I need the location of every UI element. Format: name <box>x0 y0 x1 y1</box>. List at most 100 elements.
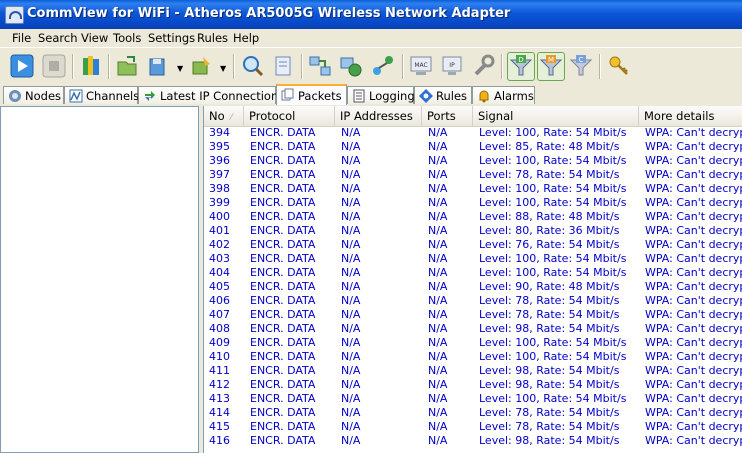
tab-alarms[interactable]: Alarms <box>472 86 535 104</box>
table-row[interactable]: 395 ENCR. DATA N/A N/A Level: 85, Rate: 48 M… <box>204 140 742 154</box>
table-row[interactable]: 413 ENCR. DATA N/A N/A Level: 100, Rate: 54 … <box>204 392 742 406</box>
column-header-signal[interactable]: Signal <box>473 106 639 126</box>
table-row[interactable]: 409 ENCR. DATA N/A N/A Level: 100, Rate: 54 … <box>204 336 742 350</box>
cell-protocol: ENCR. DATA <box>250 224 316 237</box>
tab-packets[interactable]: Packets <box>276 84 347 105</box>
table-row[interactable]: 398 ENCR. DATA N/A N/A Level: 100, Rate: 54 … <box>204 182 742 196</box>
table-row[interactable]: 396 ENCR. DATA N/A N/A Level: 100, Rate: 54 … <box>204 154 742 168</box>
cell-ip-addresses: N/A <box>341 280 361 293</box>
open-icon[interactable] <box>78 53 104 79</box>
cell-signal: Level: 98, Rate: 54 Mbit/s <box>479 364 620 377</box>
table-row[interactable]: 408 ENCR. DATA N/A N/A Level: 98, Rate: 54 M… <box>204 322 742 336</box>
menu-tools[interactable]: Tools <box>113 31 141 45</box>
cell-ports: N/A <box>428 294 448 307</box>
mac-label: MAC <box>414 62 427 69</box>
stop-capture-icon[interactable] <box>41 53 67 79</box>
packet-details-pane[interactable] <box>0 106 199 453</box>
column-header-protocol[interactable]: Protocol <box>244 106 335 126</box>
column-header-more-details[interactable]: More details <box>639 106 742 126</box>
cell-more-details: WPA: Can't decrypt <box>645 140 742 153</box>
cell-ports: N/A <box>428 280 448 293</box>
cell-no: 407 <box>209 308 230 321</box>
cell-signal: Level: 76, Rate: 54 Mbit/s <box>479 238 620 251</box>
table-row[interactable]: 411 ENCR. DATA N/A N/A Level: 98, Rate: 54 M… <box>204 364 742 378</box>
column-header-ports[interactable]: Ports <box>422 106 473 126</box>
menu-settings[interactable]: Settings <box>148 31 195 45</box>
menu-view[interactable]: View <box>81 31 108 45</box>
menu-help[interactable]: Help <box>233 31 259 45</box>
cell-ip-addresses: N/A <box>341 224 361 237</box>
table-row[interactable]: 406 ENCR. DATA N/A N/A Level: 78, Rate: 54 M… <box>204 294 742 308</box>
table-row[interactable]: 414 ENCR. DATA N/A N/A Level: 78, Rate: 54 M… <box>204 406 742 420</box>
table-row[interactable]: 415 ENCR. DATA N/A N/A Level: 78, Rate: 54 M… <box>204 420 742 434</box>
cell-signal: Level: 80, Rate: 36 Mbit/s <box>479 224 620 237</box>
table-row[interactable]: 407 ENCR. DATA N/A N/A Level: 78, Rate: 54 M… <box>204 308 742 322</box>
node-icon[interactable] <box>370 53 396 79</box>
dropdown-arrow-icon[interactable]: ▼ <box>220 64 226 73</box>
cell-more-details: WPA: Can't decrypt <box>645 252 742 265</box>
ip-connections-icon <box>145 91 155 101</box>
table-row[interactable]: 402 ENCR. DATA N/A N/A Level: 76, Rate: 54 M… <box>204 238 742 252</box>
table-row[interactable]: 410 ENCR. DATA N/A N/A Level: 100, Rate: 54 … <box>204 350 742 364</box>
cell-protocol: ENCR. DATA <box>250 266 316 279</box>
packets-list[interactable]: No ⁄ Protocol IP Addresses Ports Signal M… <box>203 106 742 453</box>
table-row[interactable]: 401 ENCR. DATA N/A N/A Level: 80, Rate: 36 M… <box>204 224 742 238</box>
tab-label: Latest IP Connections <box>160 89 285 103</box>
cell-no: 397 <box>209 168 230 181</box>
cell-signal: Level: 98, Rate: 54 Mbit/s <box>479 322 620 335</box>
tab-latest-ip-connections[interactable]: Latest IP Connections <box>138 86 284 104</box>
table-row[interactable]: 397 ENCR. DATA N/A N/A Level: 78, Rate: 54 M… <box>204 168 742 182</box>
cell-ip-addresses: N/A <box>341 266 361 279</box>
search-icon[interactable] <box>240 53 266 79</box>
table-row[interactable]: 403 ENCR. DATA N/A N/A Level: 100, Rate: 54 … <box>204 252 742 266</box>
cell-ip-addresses: N/A <box>341 196 361 209</box>
table-row[interactable]: 404 ENCR. DATA N/A N/A Level: 100, Rate: 54 … <box>204 266 742 280</box>
menu-search[interactable]: Search <box>38 31 78 45</box>
tab-rules[interactable]: Rules <box>414 86 472 104</box>
cell-protocol: ENCR. DATA <box>250 182 316 195</box>
data-filter-icon[interactable]: D <box>507 52 535 81</box>
table-row[interactable]: 399 ENCR. DATA N/A N/A Level: 100, Rate: 54 … <box>204 196 742 210</box>
menu-rules[interactable]: Rules <box>197 31 228 45</box>
dropdown-arrow-icon[interactable]: ▼ <box>177 64 183 73</box>
ip-alias-icon[interactable]: IP <box>439 53 465 79</box>
tab-logging[interactable]: Logging <box>347 86 415 104</box>
cell-more-details: WPA: Can't decrypt <box>645 322 742 335</box>
cell-more-details: WPA: Can't decrypt <box>645 420 742 433</box>
cell-signal: Level: 98, Rate: 54 Mbit/s <box>479 378 620 391</box>
app-icon[interactable] <box>5 6 24 24</box>
menu-bar: File Search View Tools Settings Rules He… <box>0 29 742 47</box>
table-row[interactable]: 394 ENCR. DATA N/A N/A Level: 100, Rate: 54 … <box>204 126 742 140</box>
table-row[interactable]: 412 ENCR. DATA N/A N/A Level: 98, Rate: 54 M… <box>204 378 742 392</box>
tools-icon[interactable] <box>470 53 496 79</box>
cell-more-details: WPA: Can't decrypt <box>645 168 742 181</box>
table-row[interactable]: 405 ENCR. DATA N/A N/A Level: 90, Rate: 48 M… <box>204 280 742 294</box>
column-header-ip-addresses[interactable]: IP Addresses <box>335 106 422 126</box>
cell-protocol: ENCR. DATA <box>250 154 316 167</box>
cell-no: 413 <box>209 392 230 405</box>
refresh-icon[interactable] <box>338 53 364 79</box>
management-filter-icon[interactable]: M <box>537 52 565 81</box>
start-capture-icon[interactable] <box>9 53 35 79</box>
cell-no: 410 <box>209 350 230 363</box>
tab-nodes[interactable]: Nodes <box>3 86 64 104</box>
control-filter-icon[interactable]: C <box>568 53 594 79</box>
cell-ports: N/A <box>428 392 448 405</box>
cell-more-details: WPA: Can't decrypt <box>645 154 742 167</box>
cell-protocol: ENCR. DATA <box>250 280 316 293</box>
cell-ip-addresses: N/A <box>341 392 361 405</box>
table-row[interactable]: 416 ENCR. DATA N/A N/A Level: 98, Rate: 54 M… <box>204 434 742 448</box>
log-icon[interactable] <box>270 53 296 79</box>
menu-file[interactable]: File <box>12 31 31 45</box>
save-icon[interactable] <box>114 53 140 79</box>
reconstruct-icon[interactable] <box>307 53 333 79</box>
keys-icon[interactable] <box>606 53 632 79</box>
column-header-no[interactable]: No ⁄ <box>204 106 244 126</box>
tab-channels[interactable]: Channels <box>64 86 139 104</box>
table-row[interactable]: 400 ENCR. DATA N/A N/A Level: 88, Rate: 48 M… <box>204 210 742 224</box>
mac-alias-icon[interactable]: MAC <box>408 53 434 79</box>
cell-protocol: ENCR. DATA <box>250 378 316 391</box>
export-icon[interactable] <box>145 53 171 79</box>
edit-icon[interactable] <box>188 53 214 79</box>
cell-no: 405 <box>209 280 230 293</box>
